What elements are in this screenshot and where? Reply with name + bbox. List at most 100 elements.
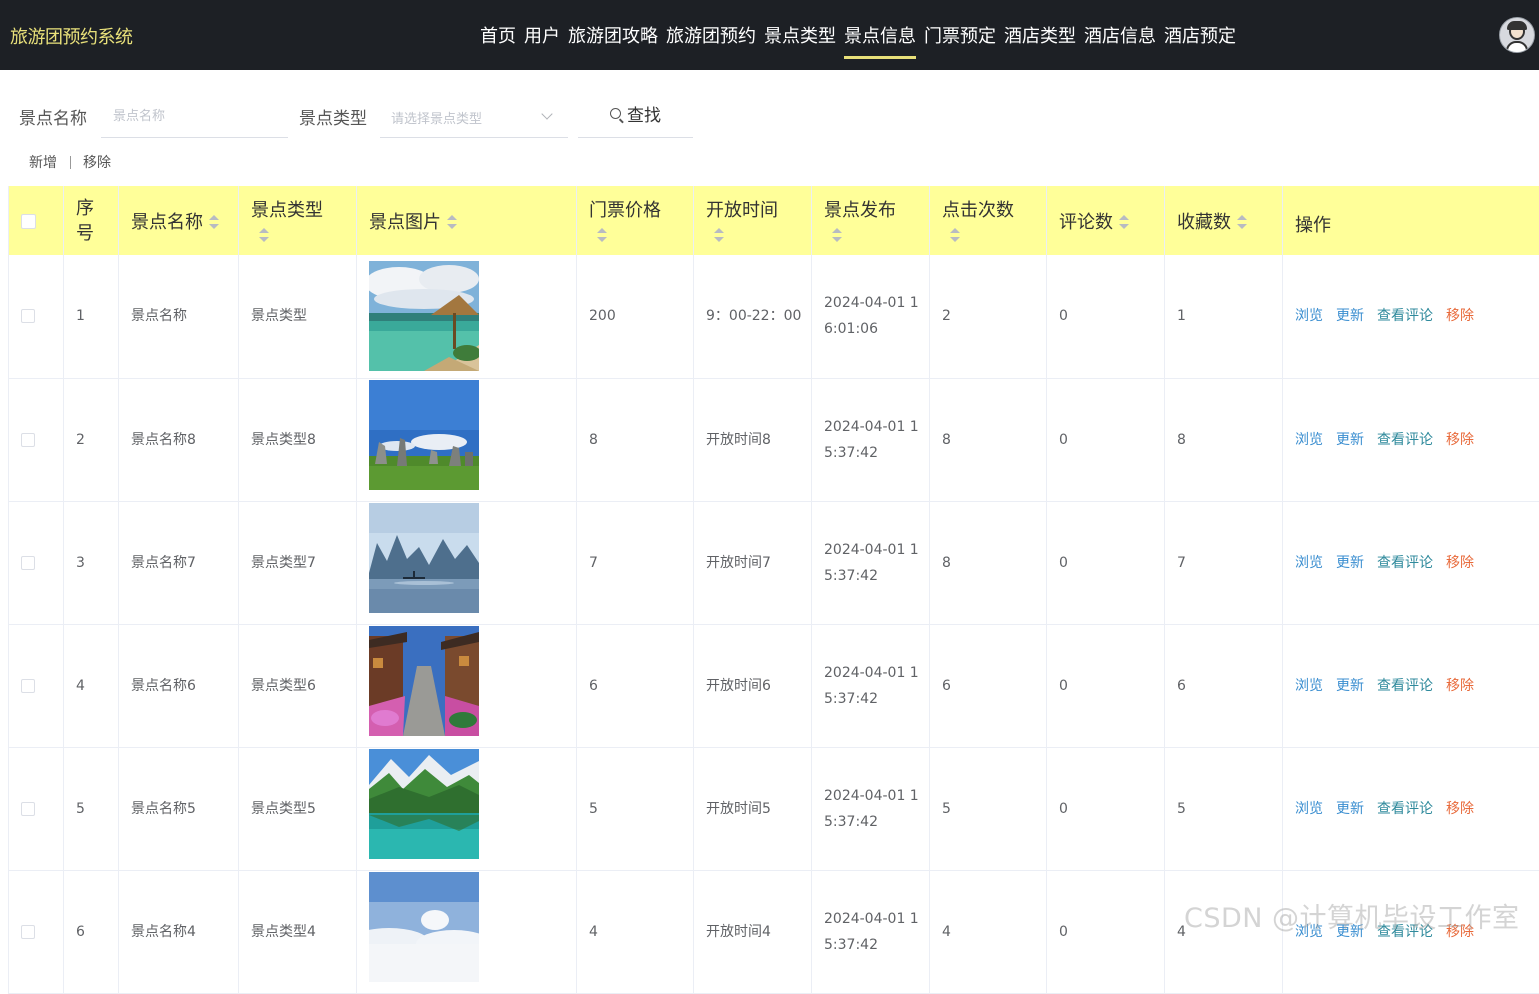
view-comments-button[interactable]: 查看评论: [1377, 308, 1433, 324]
nav-ticket-booking[interactable]: 门票预定: [924, 0, 996, 70]
cell-comments: 0: [1047, 501, 1165, 624]
sort-icon[interactable]: [209, 215, 219, 231]
cell-price: 4: [577, 870, 694, 993]
user-avatar[interactable]: [1499, 17, 1535, 53]
header-comments-label: 评论数: [1059, 212, 1113, 233]
header-published[interactable]: 景点发布: [812, 186, 930, 255]
search-button[interactable]: 查找: [578, 96, 693, 138]
select-all-checkbox[interactable]: [21, 214, 36, 229]
attraction-name-input[interactable]: [101, 96, 288, 138]
table-row: 3 景点名称7 景点类型7 7 开放: [9, 501, 1539, 624]
header-image-label: 景点图片: [369, 212, 441, 233]
header-price[interactable]: 门票价格: [577, 186, 694, 255]
view-button[interactable]: 浏览: [1295, 801, 1323, 817]
view-comments-button[interactable]: 查看评论: [1377, 924, 1433, 940]
row-checkbox[interactable]: [21, 309, 35, 323]
view-button[interactable]: 浏览: [1295, 308, 1323, 324]
header-clicks[interactable]: 点击次数: [930, 186, 1047, 255]
attraction-type-label: 景点类型: [299, 104, 367, 129]
header-image[interactable]: 景点图片: [357, 186, 577, 255]
cell-price: 8: [577, 378, 694, 501]
nav-hotel-booking[interactable]: 酒店预定: [1164, 0, 1236, 70]
nav-tour-booking[interactable]: 旅游团预约: [666, 0, 756, 70]
nav-users[interactable]: 用户: [524, 0, 560, 70]
cell-name: 景点名称5: [119, 747, 239, 870]
cell-published: 2024-04-01 15:37:42: [812, 870, 930, 993]
update-button[interactable]: 更新: [1336, 308, 1364, 324]
cell-actions: 浏览更新查看评论移除: [1283, 255, 1539, 378]
view-comments-button[interactable]: 查看评论: [1377, 555, 1433, 571]
attraction-thumbnail[interactable]: [369, 261, 479, 371]
bulk-remove-button[interactable]: 移除: [83, 152, 111, 172]
remove-button[interactable]: 移除: [1446, 801, 1474, 817]
attraction-type-select[interactable]: 请选择景点类型: [380, 96, 568, 138]
update-button[interactable]: 更新: [1336, 555, 1364, 571]
nav-home[interactable]: 首页: [480, 0, 516, 70]
cell-comments: 0: [1047, 378, 1165, 501]
update-button[interactable]: 更新: [1336, 801, 1364, 817]
add-button[interactable]: 新增: [29, 152, 57, 172]
cell-favorites: 7: [1165, 501, 1283, 624]
cell-type: 景点类型4: [239, 870, 357, 993]
cell-index: 3: [64, 501, 119, 624]
toolbar-divider: [70, 156, 71, 169]
view-button[interactable]: 浏览: [1295, 678, 1323, 694]
update-button[interactable]: 更新: [1336, 432, 1364, 448]
view-button[interactable]: 浏览: [1295, 924, 1323, 940]
attraction-thumbnail[interactable]: [369, 626, 479, 736]
remove-button[interactable]: 移除: [1446, 678, 1474, 694]
header-type-label: 景点类型: [251, 198, 356, 223]
remove-button[interactable]: 移除: [1446, 432, 1474, 448]
cell-type: 景点类型5: [239, 747, 357, 870]
view-button[interactable]: 浏览: [1295, 432, 1323, 448]
row-checkbox[interactable]: [21, 556, 35, 570]
cell-favorites: 8: [1165, 378, 1283, 501]
header-open-time[interactable]: 开放时间: [694, 186, 812, 255]
sort-icon[interactable]: [447, 215, 457, 231]
cell-comments: 0: [1047, 747, 1165, 870]
cell-comments: 0: [1047, 255, 1165, 378]
view-button[interactable]: 浏览: [1295, 555, 1323, 571]
sort-icon[interactable]: [597, 228, 607, 244]
header-name[interactable]: 景点名称: [119, 186, 239, 255]
row-checkbox[interactable]: [21, 802, 35, 816]
sort-icon[interactable]: [950, 228, 960, 244]
remove-button[interactable]: 移除: [1446, 308, 1474, 324]
sort-icon[interactable]: [714, 228, 724, 244]
header-comments[interactable]: 评论数: [1047, 186, 1165, 255]
update-button[interactable]: 更新: [1336, 678, 1364, 694]
nav-attraction-info[interactable]: 景点信息: [844, 0, 916, 70]
table-row: 2 景点名称8 景点类型8: [9, 378, 1539, 501]
view-comments-button[interactable]: 查看评论: [1377, 801, 1433, 817]
nav-hotel-types[interactable]: 酒店类型: [1004, 0, 1076, 70]
cell-price: 5: [577, 747, 694, 870]
nav-tour-guides[interactable]: 旅游团攻略: [568, 0, 658, 70]
cell-published: 2024-04-01 15:37:42: [812, 624, 930, 747]
nav-attraction-types[interactable]: 景点类型: [764, 0, 836, 70]
attraction-thumbnail[interactable]: [369, 380, 479, 490]
view-comments-button[interactable]: 查看评论: [1377, 432, 1433, 448]
sort-icon[interactable]: [259, 228, 269, 244]
attraction-thumbnail[interactable]: [369, 503, 479, 613]
sort-icon[interactable]: [1237, 215, 1247, 231]
attraction-thumbnail[interactable]: [369, 872, 479, 982]
main-nav: 首页 用户 旅游团攻略 旅游团预约 景点类型 景点信息 门票预定 酒店类型 酒店…: [476, 0, 1240, 70]
cell-type: 景点类型7: [239, 501, 357, 624]
sort-icon[interactable]: [832, 228, 842, 244]
remove-button[interactable]: 移除: [1446, 924, 1474, 940]
row-checkbox[interactable]: [21, 679, 35, 693]
header-type[interactable]: 景点类型: [239, 186, 357, 255]
row-checkbox[interactable]: [21, 433, 35, 447]
view-comments-button[interactable]: 查看评论: [1377, 678, 1433, 694]
app-brand[interactable]: 旅游团预约系统: [10, 23, 133, 49]
sea-of-clouds-image: [369, 872, 479, 982]
remove-button[interactable]: 移除: [1446, 555, 1474, 571]
nav-hotel-info[interactable]: 酒店信息: [1084, 0, 1156, 70]
update-button[interactable]: 更新: [1336, 924, 1364, 940]
table-row: 6 景点名称4 景点类型4 4 开放时间4 2024-04-01 15:37: [9, 870, 1539, 993]
attraction-thumbnail[interactable]: [369, 749, 479, 859]
header-favorites[interactable]: 收藏数: [1165, 186, 1283, 255]
cell-published: 2024-04-01 15:37:42: [812, 378, 930, 501]
row-checkbox[interactable]: [21, 925, 35, 939]
sort-icon[interactable]: [1119, 215, 1129, 231]
